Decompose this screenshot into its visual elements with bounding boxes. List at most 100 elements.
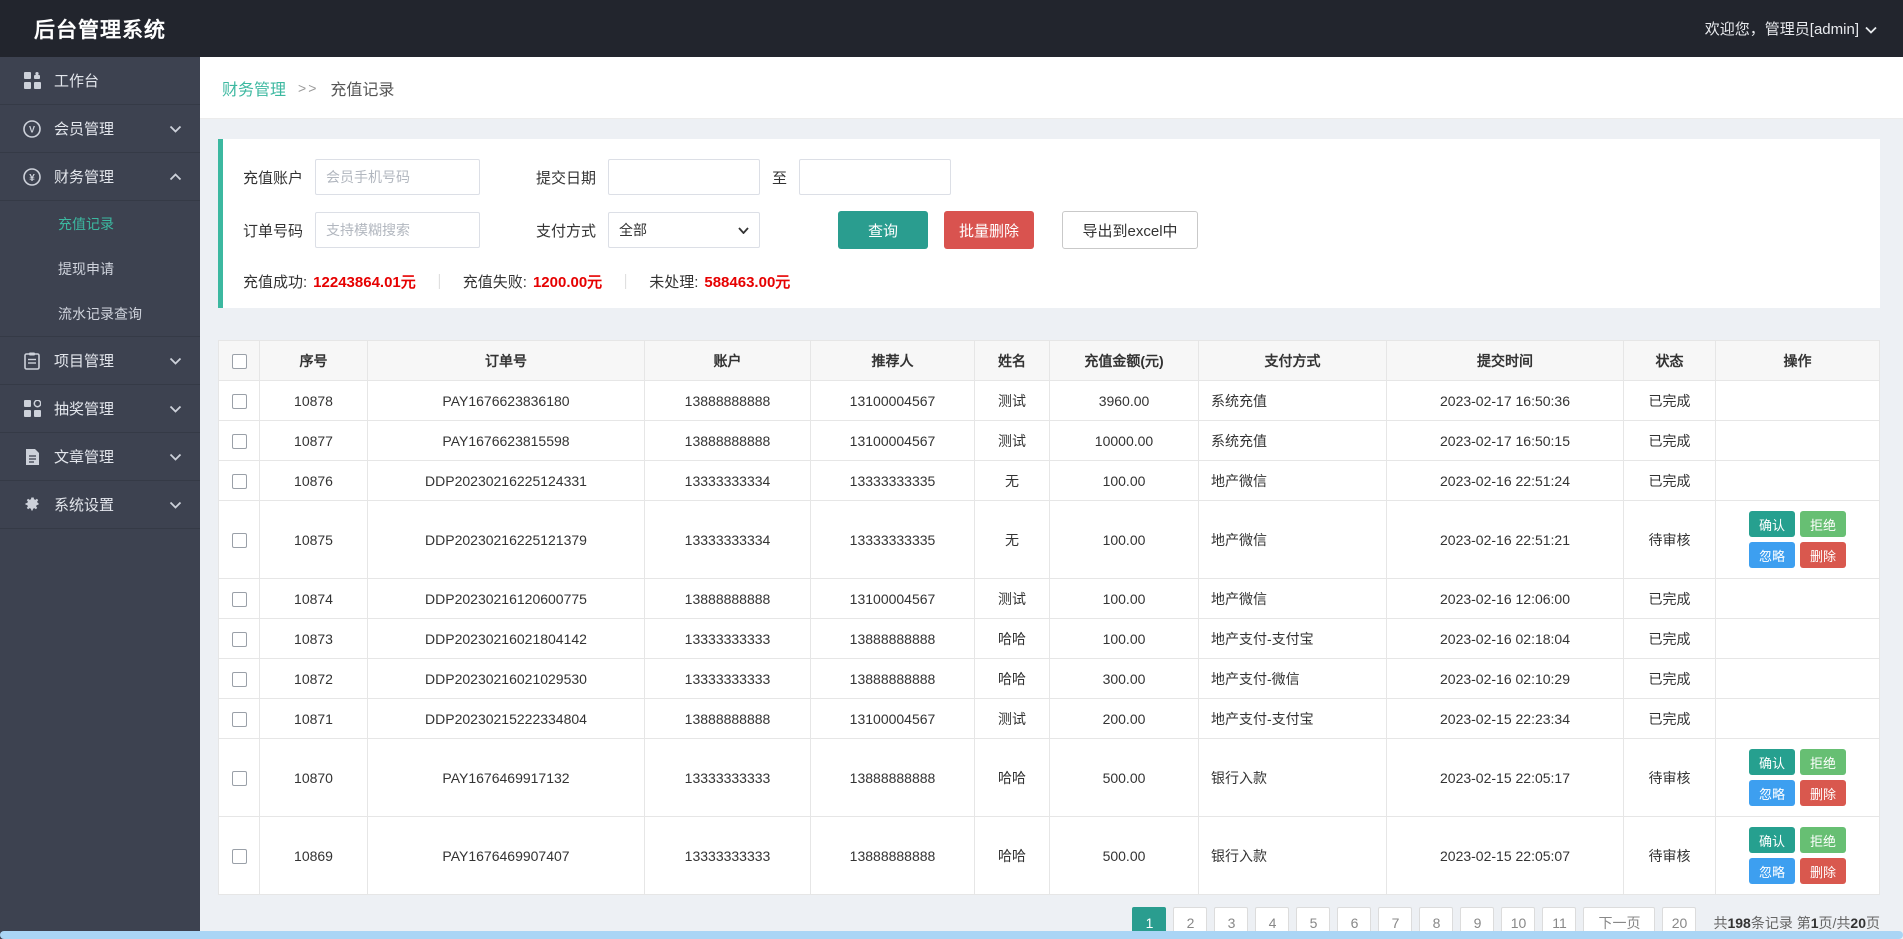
date-from-input[interactable] — [608, 159, 760, 195]
sidebar-item-label: 工作台 — [54, 70, 182, 91]
row-checkbox[interactable] — [232, 592, 247, 607]
confirm-button[interactable]: 确认 — [1749, 511, 1795, 537]
chevron-up-icon — [169, 168, 182, 185]
delete-button[interactable]: 删除 — [1800, 542, 1846, 568]
stat-separator: ｜ — [618, 271, 633, 292]
row-checkbox-cell — [219, 739, 260, 817]
chevron-down-icon — [169, 448, 182, 465]
stat-value: 588463.00元 — [704, 271, 790, 292]
row-checkbox[interactable] — [232, 474, 247, 489]
chevron-down-icon — [169, 120, 182, 137]
payment-selected-value: 全部 — [619, 220, 647, 240]
member-icon: V — [22, 119, 42, 139]
cell-account: 13333333333 — [645, 659, 811, 699]
row-checkbox[interactable] — [232, 434, 247, 449]
sidebar-item-文章管理[interactable]: 文章管理 — [0, 433, 200, 481]
delete-button[interactable]: 删除 — [1800, 858, 1846, 884]
cell-submit-time: 2023-02-15 22:05:07 — [1387, 817, 1624, 895]
breadcrumb-current: 充值记录 — [330, 76, 394, 100]
export-excel-button[interactable]: 导出到excel中 — [1062, 211, 1198, 249]
cell-payment-method: 地产支付-支付宝 — [1199, 619, 1387, 659]
status-badge: 待审核 — [1624, 739, 1716, 817]
breadcrumb: 财务管理 >> 充值记录 — [200, 57, 1903, 119]
reject-button[interactable]: 拒绝 — [1800, 749, 1846, 775]
row-checkbox[interactable] — [232, 771, 247, 786]
sidebar-subitem-充值记录[interactable]: 充值记录 — [0, 201, 200, 246]
breadcrumb-parent[interactable]: 财务管理 — [222, 76, 286, 100]
order-label: 订单号码 — [243, 220, 303, 241]
row-checkbox[interactable] — [232, 533, 247, 548]
row-checkbox-cell — [219, 421, 260, 461]
cell-name: 哈哈 — [975, 817, 1050, 895]
welcome-text: 欢迎您，管理员[admin] — [1705, 18, 1859, 39]
cell-account: 13333333333 — [645, 619, 811, 659]
select-all-checkbox[interactable] — [232, 354, 247, 369]
row-checkbox-cell — [219, 659, 260, 699]
reject-button[interactable]: 拒绝 — [1800, 511, 1846, 537]
ignore-button[interactable]: 忽略 — [1749, 542, 1795, 568]
cell-order-no: DDP20230216225121379 — [368, 501, 645, 579]
order-input[interactable] — [315, 212, 480, 248]
confirm-button[interactable]: 确认 — [1749, 827, 1795, 853]
cell-name: 测试 — [975, 699, 1050, 739]
cell-amount: 100.00 — [1050, 501, 1199, 579]
column-header-充值金额(元): 充值金额(元) — [1050, 341, 1199, 381]
cell-order-no: DDP20230215222334804 — [368, 699, 645, 739]
sidebar-item-抽奖管理[interactable]: 抽奖管理 — [0, 385, 200, 433]
row-checkbox[interactable] — [232, 632, 247, 647]
column-header-操作: 操作 — [1716, 341, 1880, 381]
sidebar-subitem-提现申请[interactable]: 提现申请 — [0, 246, 200, 291]
cell-payment-method: 银行入款 — [1199, 739, 1387, 817]
sidebar-item-工作台[interactable]: 工作台 — [0, 57, 200, 105]
date-to-input[interactable] — [799, 159, 951, 195]
sidebar-item-项目管理[interactable]: 项目管理 — [0, 337, 200, 385]
delete-button[interactable]: 删除 — [1800, 780, 1846, 806]
cell-submit-time: 2023-02-17 16:50:15 — [1387, 421, 1624, 461]
sidebar-item-会员管理[interactable]: V会员管理 — [0, 105, 200, 153]
cell-amount: 200.00 — [1050, 699, 1199, 739]
horizontal-scrollbar[interactable] — [0, 931, 1903, 939]
cell-referrer: 13888888888 — [811, 659, 975, 699]
search-button[interactable]: 查询 — [838, 211, 928, 249]
cell-amount: 10000.00 — [1050, 421, 1199, 461]
cell-amount: 500.00 — [1050, 817, 1199, 895]
row-checkbox[interactable] — [232, 672, 247, 687]
stat-value: 1200.00元 — [533, 271, 602, 292]
cell-payment-method: 地产微信 — [1199, 461, 1387, 501]
breadcrumb-separator: >> — [298, 80, 318, 96]
user-menu[interactable]: 欢迎您，管理员[admin] — [1705, 18, 1877, 39]
stat-value: 12243864.01元 — [313, 271, 416, 292]
payment-select[interactable]: 全部 — [608, 212, 760, 248]
row-checkbox-cell — [219, 461, 260, 501]
ignore-button[interactable]: 忽略 — [1749, 858, 1795, 884]
sidebar-item-系统设置[interactable]: 系统设置 — [0, 481, 200, 529]
reject-button[interactable]: 拒绝 — [1800, 827, 1846, 853]
cell-amount: 100.00 — [1050, 461, 1199, 501]
row-checkbox[interactable] — [232, 394, 247, 409]
row-checkbox-cell — [219, 579, 260, 619]
lottery-icon — [22, 399, 42, 419]
filter-panel: 充值账户 提交日期 至 订单号码 支付方式 全部 查询 批量删 — [218, 139, 1880, 308]
dashboard-icon — [22, 71, 42, 91]
table-row: 10873DDP20230216021804142133333333331388… — [219, 619, 1880, 659]
batch-delete-button[interactable]: 批量删除 — [944, 211, 1034, 249]
cell-actions: 确认拒绝忽略删除 — [1716, 739, 1880, 817]
confirm-button[interactable]: 确认 — [1749, 749, 1795, 775]
sidebar-item-财务管理[interactable]: ¥财务管理 — [0, 153, 200, 201]
cell-actions — [1716, 579, 1880, 619]
row-checkbox[interactable] — [232, 712, 247, 727]
cell-name: 哈哈 — [975, 739, 1050, 817]
row-checkbox[interactable] — [232, 849, 247, 864]
date-to-label: 至 — [772, 167, 787, 188]
status-badge: 已完成 — [1624, 699, 1716, 739]
payment-label: 支付方式 — [536, 220, 596, 241]
article-icon — [22, 447, 42, 467]
admin-app: 后台管理系统 欢迎您，管理员[admin] 工作台V会员管理¥财务管理充值记录提… — [0, 0, 1903, 939]
cell-account: 13333333334 — [645, 461, 811, 501]
row-checkbox-cell — [219, 699, 260, 739]
sidebar-subitem-流水记录查询[interactable]: 流水记录查询 — [0, 291, 200, 336]
stat-label: 充值成功: — [243, 271, 307, 292]
cell-actions — [1716, 659, 1880, 699]
account-input[interactable] — [315, 159, 480, 195]
ignore-button[interactable]: 忽略 — [1749, 780, 1795, 806]
